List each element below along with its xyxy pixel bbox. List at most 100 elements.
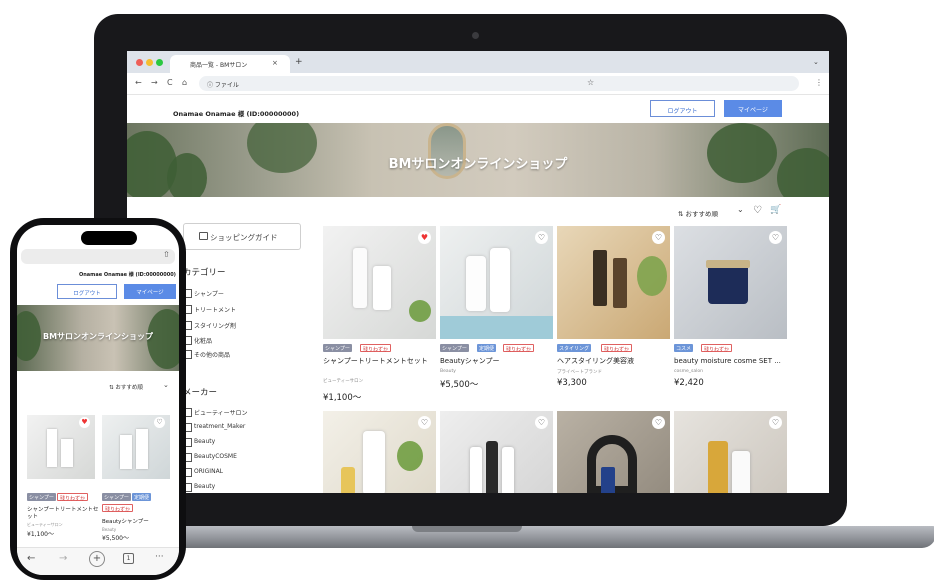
category-checkbox[interactable]: シャンプー (183, 289, 224, 298)
product-tag: 残りわずか (601, 344, 633, 353)
tab-dropdown-icon[interactable]: ⌄ (813, 58, 819, 66)
category-heading: カテゴリー (183, 268, 226, 278)
mypage-button[interactable]: マイページ (724, 100, 782, 117)
tab-close-icon[interactable]: × (272, 59, 278, 67)
sort-caret-icon[interactable]: ⌄ (737, 205, 744, 214)
product-name[interactable]: ヘアスタイリング美容液 (557, 357, 634, 366)
back-icon[interactable]: ← (135, 78, 142, 87)
phone-product-brand: Beauty (102, 527, 117, 532)
favorite-heart-icon[interactable]: ♥ (418, 231, 431, 244)
share-icon[interactable]: ⇧ (163, 250, 170, 259)
browser-address-bar: ← → C ⌂ ⓘ ファイル ☆ ⋮ (127, 73, 829, 95)
maker-checkbox[interactable]: ビューティーサロン (183, 408, 248, 417)
bookmark-star-icon[interactable]: ☆ (587, 78, 594, 87)
favorite-heart-icon[interactable]: ♡ (418, 416, 431, 429)
phone-mypage-button[interactable]: マイページ (124, 284, 176, 299)
favorite-heart-icon[interactable]: ♡ (652, 231, 665, 244)
phone-product-image[interactable]: ♡ (102, 415, 170, 479)
bottle-shape (502, 447, 514, 493)
phone-sort-caret-icon[interactable]: ⌄ (163, 381, 169, 389)
maker-checkbox[interactable]: BeautyCOSME (183, 453, 237, 462)
product-tag: 残りわずか (503, 344, 535, 353)
maker-checkbox[interactable]: treatment_Maker (183, 423, 245, 432)
category-checkbox[interactable]: スタイリング剤 (183, 321, 236, 330)
phone-address-bar[interactable] (21, 249, 175, 264)
window-close-dot[interactable] (136, 59, 143, 66)
leaf-decoration (409, 300, 431, 322)
maker-checkbox[interactable]: ORIGINAL (183, 468, 223, 477)
favorite-heart-icon[interactable]: ♡ (769, 231, 782, 244)
phone-sort-select[interactable]: ⇅ おすすめ順 (109, 383, 143, 391)
product-image[interactable]: ♡ (557, 411, 670, 493)
browser-menu-icon[interactable]: ⋮ (815, 78, 823, 87)
favorite-heart-icon[interactable]: ♡ (535, 231, 548, 244)
bottle-shape (466, 256, 486, 311)
phone-product-tag: シャンプー (102, 493, 131, 501)
laptop-notch (412, 526, 522, 532)
maker-checkbox[interactable]: Beauty (183, 438, 215, 447)
maker-heading: メーカー (183, 388, 218, 398)
leaf-decoration (397, 441, 423, 471)
product-name[interactable]: beauty moisture cosme SET ... (674, 357, 814, 366)
phone-product-price: ¥5,500〜 (102, 535, 129, 542)
phone-product-name[interactable]: Beautyシャンプー (102, 518, 149, 527)
product-image[interactable]: ♡ (440, 226, 553, 339)
laptop-screen: 商品一覧 - BMサロン × + ⌄ ← → C ⌂ ⓘ ファイル ☆ ⋮ On… (127, 51, 829, 493)
water-decoration (440, 316, 553, 339)
phone-product-name[interactable]: シャンプートリートメントセット (27, 507, 99, 521)
phone-screen: ⇧ Onamae Onamae 様 (ID:00000000) ログアウト マイ… (17, 225, 179, 575)
phone-sort-label: おすすめ順 (115, 385, 143, 391)
leaf-decoration (637, 256, 667, 296)
category-checkbox[interactable]: 化粧品 (183, 336, 212, 345)
maker-checkbox[interactable]: Beauty (183, 483, 215, 492)
category-checkbox[interactable]: その他の商品 (183, 350, 230, 359)
forward-icon[interactable]: → (151, 78, 158, 87)
product-name[interactable]: Beautyシャンプー (440, 357, 500, 366)
product-tag: スタイリング (557, 344, 592, 352)
bottle-shape (136, 429, 148, 469)
phone-tabs-icon[interactable]: 1 (123, 553, 134, 564)
product-price: ¥3,300 (557, 378, 587, 388)
window-maximize-dot[interactable] (156, 59, 163, 66)
phone-product-price: ¥1,100〜 (27, 531, 54, 538)
bottle-shape (593, 250, 607, 306)
product-image[interactable]: ♡ (674, 226, 787, 339)
phone-favorite-heart-icon[interactable]: ♡ (154, 417, 165, 428)
phone-forward-icon[interactable]: → (59, 553, 67, 564)
new-tab-icon[interactable]: + (295, 57, 303, 67)
product-tag: 残りわずか (701, 344, 733, 353)
dynamic-island (81, 231, 137, 245)
phone-product-tag: シャンプー (27, 493, 56, 501)
phone-more-icon[interactable]: ··· (155, 552, 164, 562)
favorite-heart-icon[interactable]: ♡ (652, 416, 665, 429)
phone-favorite-heart-icon[interactable]: ♥ (79, 417, 90, 428)
product-image[interactable]: ♡ (674, 411, 787, 493)
product-image[interactable]: ♡ (323, 411, 436, 493)
cart-icon[interactable]: 🛒 (770, 205, 781, 215)
sort-select[interactable]: ⇅ おすすめ順 (678, 208, 718, 218)
product-price: ¥5,500〜 (440, 380, 479, 390)
favorite-heart-icon[interactable]: ♡ (769, 416, 782, 429)
reload-icon[interactable]: C (167, 78, 173, 87)
product-name[interactable]: シャンプートリートメントセット (323, 357, 435, 366)
phone-logout-button[interactable]: ログアウト (57, 284, 117, 299)
favorite-heart-icon[interactable]: ♡ (535, 416, 548, 429)
phone-new-tab-icon[interactable]: + (89, 551, 105, 567)
bottle-shape (353, 248, 367, 308)
phone-banner-title: BMサロンオンラインショップ (42, 332, 154, 341)
url-input[interactable]: ⓘ ファイル (199, 76, 799, 91)
phone-back-icon[interactable]: ← (27, 553, 35, 564)
product-brand: Beauty (440, 369, 456, 374)
home-icon[interactable]: ⌂ (182, 78, 187, 87)
window-minimize-dot[interactable] (146, 59, 153, 66)
phone-product-image[interactable]: ♥ (27, 415, 95, 479)
favorites-heart-icon[interactable]: ♡ (753, 205, 762, 216)
phone-product-tag: 定期便 (132, 493, 152, 501)
product-image[interactable]: ♥ (323, 226, 436, 339)
product-image[interactable]: ♡ (557, 226, 670, 339)
product-image[interactable]: ♡ (440, 411, 553, 493)
phone-product-brand: ビューティーサロン (27, 522, 63, 527)
hero-banner: BMサロンオンラインショップ (127, 123, 829, 197)
logout-button[interactable]: ログアウト (650, 100, 715, 117)
category-checkbox[interactable]: トリートメント (183, 305, 236, 314)
